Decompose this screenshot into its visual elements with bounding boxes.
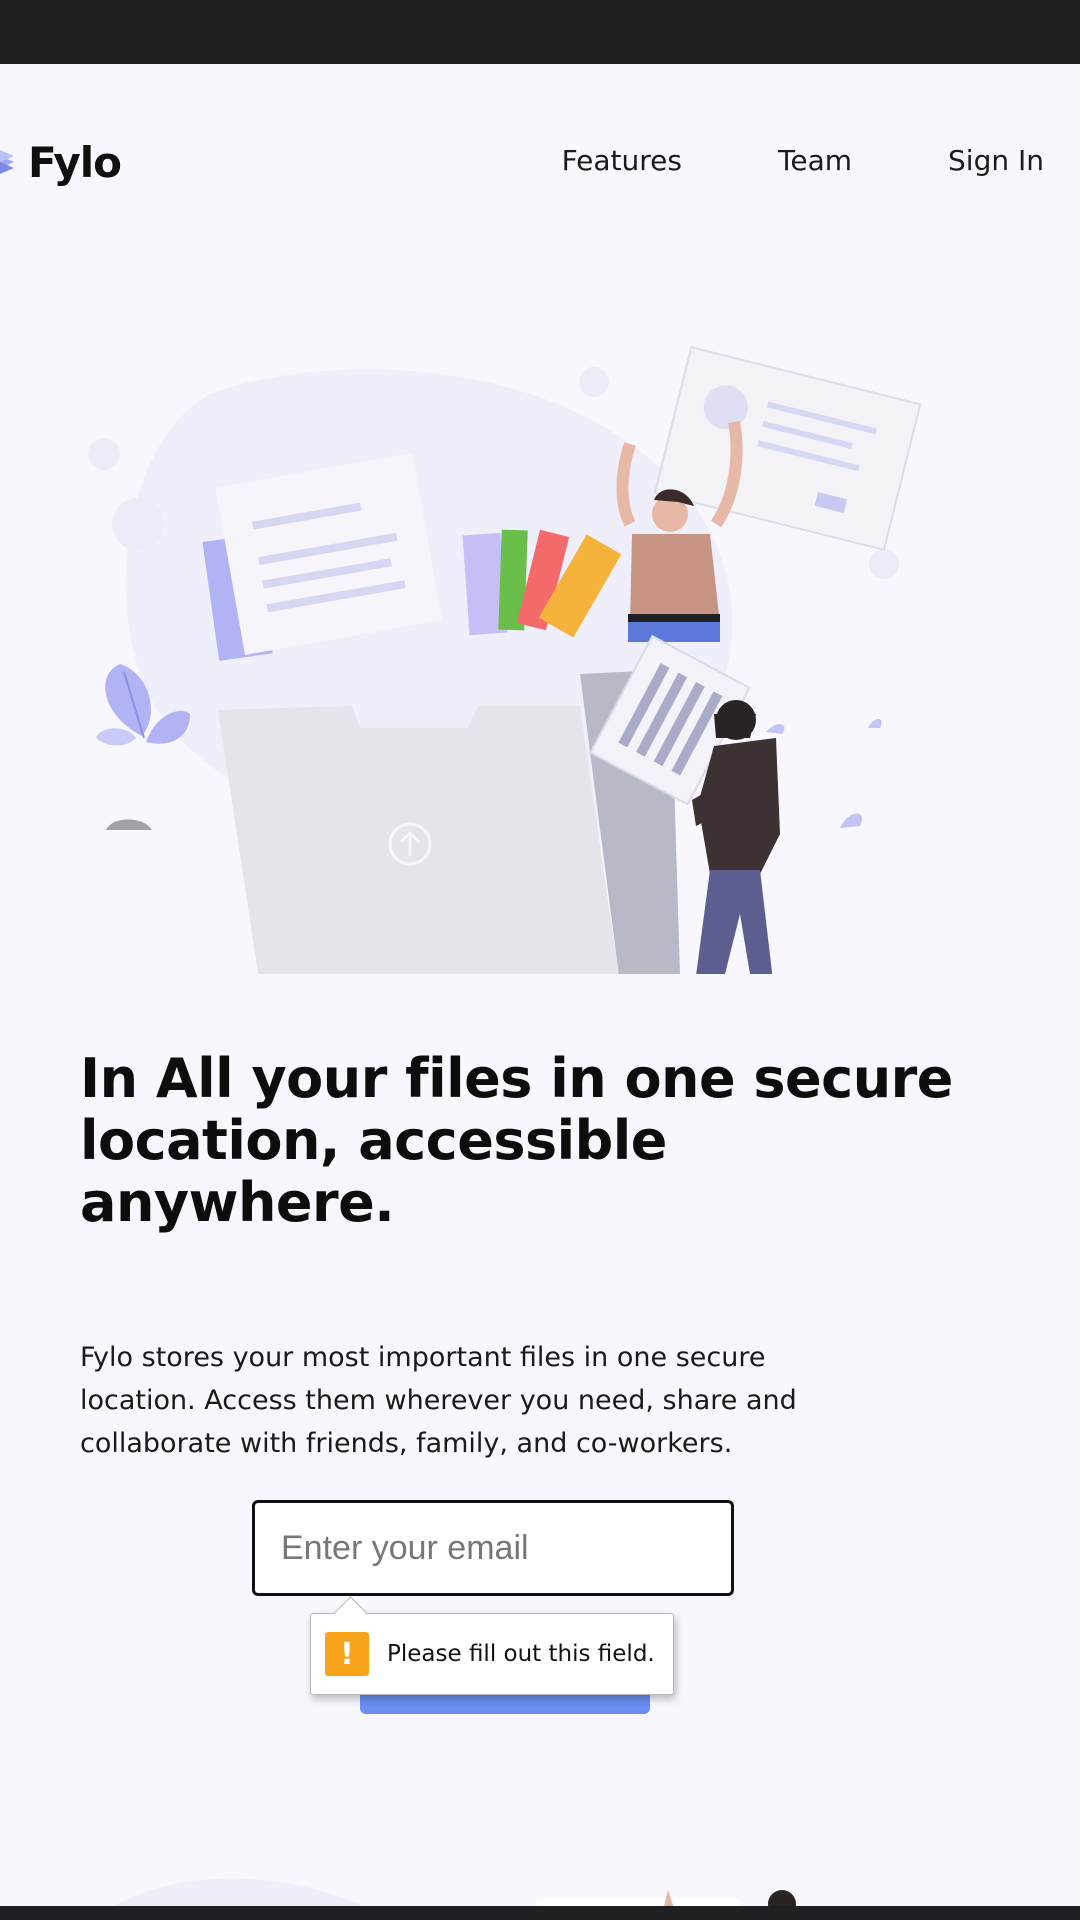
landing-page: Fylo Features Team Sign In In All your f… xyxy=(0,64,1080,1906)
decor-circle xyxy=(869,549,899,579)
main-nav: Features Team Sign In xyxy=(562,144,1044,177)
paper-document xyxy=(215,452,442,655)
rock xyxy=(106,819,152,830)
decor-circle xyxy=(88,438,120,470)
hero-illustration xyxy=(88,345,922,974)
hero-description: Fylo stores your most important files in… xyxy=(80,1342,797,1459)
next-section-illustration xyxy=(113,1878,796,1906)
validation-tooltip: ! Please fill out this field. xyxy=(310,1596,674,1695)
nav-team-link[interactable]: Team xyxy=(778,144,852,177)
nav-sign-in-link[interactable]: Sign In xyxy=(948,144,1044,177)
email-input[interactable] xyxy=(252,1500,734,1596)
logo-text: Fylo xyxy=(28,137,122,187)
warning-icon: ! xyxy=(325,1632,369,1676)
tooltip-arrow xyxy=(334,1596,367,1629)
leaf-decoration xyxy=(840,813,862,828)
validation-message: Please fill out this field. xyxy=(387,1641,655,1667)
logo-icon xyxy=(0,150,14,174)
nav-features-link[interactable]: Features xyxy=(562,144,682,177)
logo[interactable]: Fylo xyxy=(0,136,122,188)
leaf-decoration xyxy=(766,723,785,734)
browser-top-bar xyxy=(0,0,1080,64)
leaf-decoration xyxy=(868,719,882,728)
hero-headline: In All your files in one secure location… xyxy=(80,1047,953,1234)
decor-circle xyxy=(112,498,164,550)
browser-bottom-bar xyxy=(0,1906,1080,1920)
decor-circle xyxy=(579,367,609,397)
